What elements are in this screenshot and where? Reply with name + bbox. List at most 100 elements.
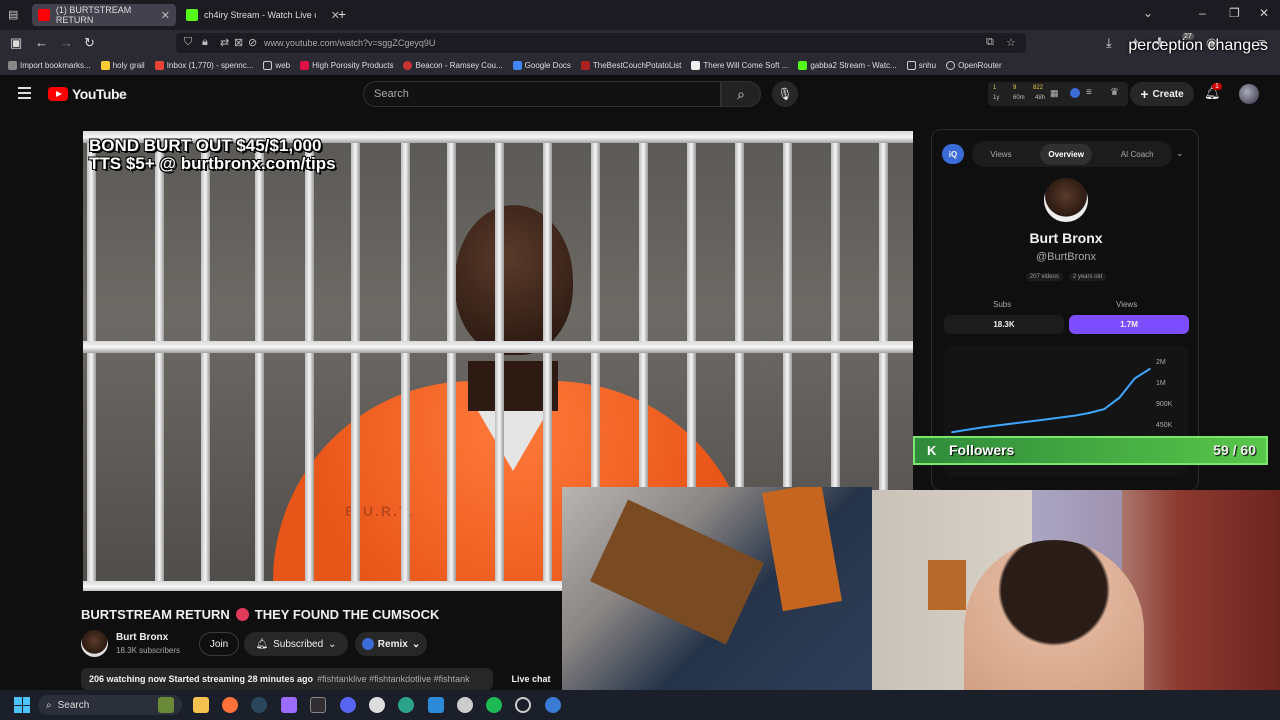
close-window-icon[interactable]: ✕: [1259, 6, 1269, 20]
app-icon[interactable]: [398, 697, 414, 713]
folder-icon: [263, 61, 273, 70]
firefox-icon[interactable]: [222, 697, 238, 713]
channel-avatar[interactable]: [1044, 178, 1088, 222]
followers-label: Followers: [949, 442, 1015, 458]
bookmark-folder[interactable]: snhu: [906, 61, 936, 70]
live-chat-button[interactable]: Live chat: [500, 668, 562, 690]
discord-icon[interactable]: [340, 697, 356, 713]
mic-off-icon[interactable]: ⊘: [248, 36, 257, 49]
new-tab-icon[interactable]: +: [338, 6, 346, 22]
bookmark-item[interactable]: gabba2 Stream - Watc...: [798, 61, 897, 70]
description-box[interactable]: 206 watching now Started streaming 28 mi…: [81, 668, 493, 690]
guide-menu-icon[interactable]: [18, 87, 31, 102]
windows-taskbar: ⌕ Search: [0, 690, 1280, 720]
tab-views[interactable]: Views: [982, 144, 1019, 165]
grid-icon[interactable]: ▦: [1050, 88, 1059, 99]
create-button[interactable]: + Create: [1130, 82, 1194, 106]
trophy-icon[interactable]: ♛: [1110, 87, 1119, 98]
spotify-icon[interactable]: [486, 697, 502, 713]
star-icon: [100, 61, 110, 70]
app-icon[interactable]: [457, 697, 473, 713]
search-button[interactable]: ⌕: [721, 81, 761, 107]
obs-icon[interactable]: [310, 697, 326, 713]
iq-icon[interactable]: [1070, 88, 1080, 98]
camera-off-icon[interactable]: ⊠: [234, 36, 243, 49]
sidebar-toggle-icon[interactable]: ▣: [10, 35, 22, 51]
search-input[interactable]: Search: [363, 81, 721, 107]
remix-label: Remix: [377, 638, 408, 650]
url-text: www.youtube.com/watch?v=sggZCgeyq9U: [264, 38, 436, 48]
beacon-icon: [403, 61, 413, 70]
steam-icon[interactable]: [251, 697, 267, 713]
bookmark-item[interactable]: Import bookmarks...: [8, 61, 91, 70]
tab-ai-coach[interactable]: AI Coach: [1113, 144, 1162, 165]
bookmark-item[interactable]: holy grail: [100, 61, 145, 70]
cell-bar-vertical: [155, 131, 164, 591]
subs-label: Subs: [993, 300, 1012, 309]
windows-start-icon[interactable]: [14, 697, 30, 713]
url-bar[interactable]: ⛉ 🔒︎ ⇄ ⊠ ⊘ www.youtube.com/watch?v=sggZC…: [176, 33, 1026, 53]
minimize-icon[interactable]: –: [1199, 6, 1206, 20]
data-point: [1118, 396, 1121, 399]
back-icon[interactable]: ←: [35, 35, 48, 50]
forward-icon[interactable]: →: [60, 35, 73, 50]
file-explorer-icon[interactable]: [193, 697, 209, 713]
channel-name-small[interactable]: Burt Bronx: [116, 632, 168, 643]
shield-icon[interactable]: ⛉: [184, 36, 192, 49]
bookmark-item[interactable]: High Porosity Products: [300, 61, 393, 70]
notification-count-badge: 1: [1212, 83, 1222, 90]
maximize-icon[interactable]: ❐: [1229, 6, 1240, 20]
permissions-icon[interactable]: ⇄: [220, 36, 229, 49]
tab-list-icon[interactable]: ▤: [8, 8, 18, 21]
iq-badge[interactable]: iQ: [942, 144, 964, 164]
app-icon[interactable]: [281, 697, 297, 713]
bookmark-item[interactable]: TheBestCouchPotatoList: [580, 61, 681, 70]
tab-overview[interactable]: Overview: [1040, 143, 1092, 165]
cell-bar-vertical: [495, 131, 504, 591]
picture-in-picture-icon[interactable]: ⧉: [986, 36, 994, 49]
chevron-down-icon[interactable]: ⌄: [1176, 148, 1184, 159]
channel-avatar-small[interactable]: [81, 630, 108, 657]
youtube-header: YouTube Search ⌕ 🎙︎ 1 1y 9 60m 822 48h ▦…: [0, 76, 1280, 114]
tab-title: (1) BURTSTREAM RETURN: [55, 5, 132, 25]
close-tab-icon[interactable]: ✕: [161, 9, 170, 22]
voice-search-button[interactable]: 🎙︎: [772, 81, 798, 107]
subs-value[interactable]: 18.3K: [944, 315, 1064, 334]
notes-icon[interactable]: [428, 697, 444, 713]
lock-icon[interactable]: 🔒︎: [202, 36, 208, 49]
youtube-logo[interactable]: YouTube: [48, 86, 127, 102]
chrome-icon[interactable]: [369, 697, 385, 713]
extension-stats-widget[interactable]: 1 1y 9 60m 822 48h ▦ ≡ ♛: [988, 82, 1128, 106]
bookmark-item[interactable]: Google Docs: [512, 61, 571, 70]
remix-button[interactable]: Remix ⌄: [355, 632, 427, 656]
bookmark-folder[interactable]: web: [263, 61, 290, 70]
plant-icon[interactable]: [158, 697, 174, 713]
bookmark-item[interactable]: OpenRouter: [946, 61, 1002, 70]
data-point: [1133, 377, 1136, 380]
views-value[interactable]: 1.7M: [1069, 315, 1189, 334]
y-tick-label: 1M: [1156, 380, 1166, 387]
bookmark-star-icon[interactable]: ☆: [1006, 36, 1016, 49]
downloads-icon[interactable]: ⤓: [1106, 35, 1112, 51]
data-point: [1027, 420, 1029, 423]
account-avatar[interactable]: [1239, 84, 1259, 104]
tab-overflow-chevron-icon[interactable]: ⌄: [1143, 6, 1153, 20]
bookmark-item[interactable]: There Will Come Soft ...: [691, 61, 788, 70]
subscribed-label: Subscribed: [273, 638, 324, 650]
list-icon[interactable]: ≡: [1086, 87, 1092, 98]
create-label: Create: [1152, 88, 1184, 100]
cell-bar-vertical: [201, 131, 210, 591]
bookmark-item[interactable]: Inbox (1,770) - spennc...: [154, 61, 253, 70]
views-label: Views: [1116, 300, 1138, 309]
reload-icon[interactable]: ↻: [84, 35, 95, 51]
join-button[interactable]: Join: [199, 632, 239, 656]
data-point: [981, 426, 984, 429]
tab-burtstream[interactable]: (1) BURTSTREAM RETURN ✕: [32, 4, 176, 26]
channel-age: 2 years old: [1068, 273, 1107, 281]
import-icon: [8, 61, 17, 70]
clock-icon[interactable]: [515, 697, 531, 713]
tab-ch4iry-stream[interactable]: ch4iry Stream - Watch Live on K ✕: [180, 4, 340, 26]
subscribed-button[interactable]: 🔔︎ Subscribed ⌄: [244, 632, 348, 656]
bookmark-item[interactable]: Beacon - Ramsey Cou...: [403, 61, 503, 70]
app-icon[interactable]: [545, 697, 561, 713]
